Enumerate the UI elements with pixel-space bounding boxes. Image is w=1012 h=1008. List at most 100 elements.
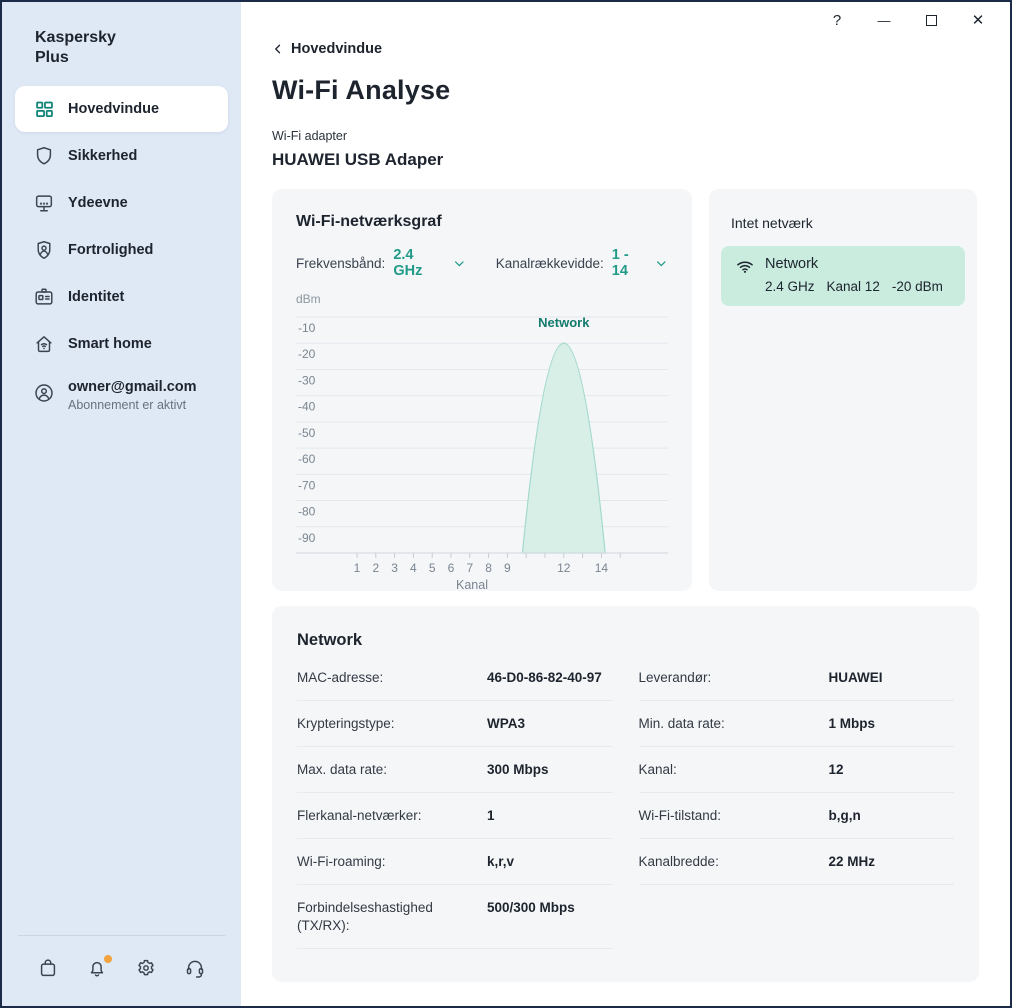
back-label: Hovedvindue [291,41,383,57]
detail-row: Leverandør: HUAWEI [638,655,954,701]
detail-label: Min. data rate: [638,716,725,731]
channel-range-value: 1 - 14 [611,247,629,279]
frequency-band-value: 2.4 GHz [393,247,423,279]
network-name: Network [765,256,819,272]
svg-text:3: 3 [391,561,398,575]
sidebar-item-identitet[interactable]: Identitet [15,274,228,320]
sidebar-item-smart-home[interactable]: Smart home [15,321,228,367]
brand-logo: Kaspersky Plus [2,2,241,68]
minimize-button[interactable]: — [874,10,894,30]
close-button[interactable]: ✕ [968,10,988,30]
network-list: Network 2.4 GHz Kanal 12 -20 dBm [721,246,965,306]
sidebar-item-ydeevne[interactable]: Ydeevne [15,180,228,226]
sidebar-nav: Hovedvindue Sikkerhed Ydeevne Fortroligh… [2,86,241,367]
sidebar-footer-icons [36,955,207,982]
svg-text:-70: -70 [298,478,316,492]
store-button[interactable] [36,958,60,982]
cards-row: Wi-Fi-netværksgraf Frekvensbånd: 2.4 GHz… [272,189,977,592]
detail-row: Min. data rate: 1 Mbps [638,701,954,747]
detail-row: Kanalbredde: 22 MHz [638,839,954,885]
network-details-title: Network [297,631,363,649]
svg-text:-80: -80 [298,505,316,519]
detail-label: Kanalbredde: [638,854,719,869]
svg-text:-20: -20 [298,347,316,361]
detail-label: Wi-Fi-tilstand: [638,808,722,823]
account-status: Abonnement er aktivt [68,398,187,412]
help-button[interactable]: ? [827,10,847,30]
support-button[interactable] [183,958,207,982]
detail-label: Kanal: [638,762,677,777]
network-band: 2.4 GHz [765,279,815,294]
svg-text:-60: -60 [298,452,316,466]
svg-text:12: 12 [557,561,571,575]
adapter-label: Wi-Fi adapter [272,129,348,143]
details-column-right: Leverandør: HUAWEI Min. data rate: 1 Mbps… [638,655,954,949]
chevron-down-icon [455,260,464,266]
account-icon [33,382,55,404]
details-columns: MAC-adresse: 46-D0-86-82-40-97 Kryptering… [297,655,954,949]
sidebar-item-label: Smart home [68,336,152,352]
settings-button[interactable] [134,958,158,982]
privacy-badge-icon [33,239,55,261]
window-controls: ? — ✕ [827,10,988,30]
detail-value: 12 [828,762,844,777]
sidebar-item-label: Fortrolighed [68,242,154,258]
detail-label: Wi-Fi-roaming: [297,854,386,869]
frequency-band-dropdown[interactable]: Frekvensbånd: 2.4 GHz [296,247,466,279]
detail-label: Leverandør: [638,670,712,685]
page-title: Wi-Fi Analyse [272,75,451,105]
details-column-left: MAC-adresse: 46-D0-86-82-40-97 Kryptering… [297,655,613,949]
shield-icon [33,145,55,167]
back-link[interactable]: Hovedvindue [272,41,382,57]
graph-filters: Frekvensbånd: 2.4 GHz Kanalrækkevidde: 1… [296,247,668,279]
frequency-band-label: Frekvensbånd: [296,255,386,271]
svg-text:14: 14 [595,561,609,575]
notifications-button[interactable] [85,955,112,982]
svg-text:6: 6 [448,561,455,575]
maximize-button[interactable] [921,10,941,30]
wifi-spectrum-chart: -10-20-30-40-50-60-70-80-90Network1 2 3 4 5 6… [296,315,668,592]
sidebar-item-label: Ydeevne [68,195,128,211]
home-wifi-icon [33,333,55,355]
detail-value: 22 MHz [828,854,876,869]
channel-range-label: Kanalrækkevidde: [495,255,604,271]
detail-row: Flerkanal-netværker: 1 [297,793,613,839]
svg-text:Kanal: Kanal [456,578,488,592]
sidebar-item-label: Identitet [68,289,125,305]
svg-text:-90: -90 [298,531,316,545]
app-window: Kaspersky Plus Hovedvindue Sikkerhed Yde… [0,0,1012,1008]
y-axis-unit-label: dBm [296,292,321,306]
svg-text:2: 2 [372,561,379,575]
detail-value: k,r,v [487,854,515,869]
detail-value: 1 Mbps [828,716,876,731]
network-list-item[interactable]: Network 2.4 GHz Kanal 12 -20 dBm [721,246,965,306]
sidebar-item-hovedvindue[interactable]: Hovedvindue [15,86,228,132]
id-card-icon [33,286,55,308]
svg-text:4: 4 [410,561,417,575]
sidebar-item-sikkerhed[interactable]: Sikkerhed [15,133,228,179]
svg-text:-10: -10 [298,321,316,335]
monitor-icon [33,192,55,214]
notification-dot [104,955,112,963]
detail-value: 500/300 Mbps [487,900,575,915]
detail-label: Krypteringstype: [297,716,395,731]
network-list-title: Intet netværk [731,215,813,231]
square-outline-icon [925,14,937,26]
network-channel: Kanal 12 [826,279,880,294]
brand-line1: Kaspersky [35,29,116,46]
main-content: ? — ✕ Hovedvindue Wi-Fi Analyse Wi-Fi ad… [241,2,1010,1006]
sidebar-item-label: Hovedvindue [68,101,160,117]
sidebar: Kaspersky Plus Hovedvindue Sikkerhed Yde… [2,2,241,1006]
channel-range-dropdown[interactable]: Kanalrækkevidde: 1 - 14 [496,247,668,279]
wifi-graph-card: Wi-Fi-netværksgraf Frekvensbånd: 2.4 GHz… [272,189,692,592]
svg-text:5: 5 [429,561,436,575]
detail-row: Max. data rate: 300 Mbps [297,747,613,793]
sidebar-account[interactable]: owner@gmail.com Abonnement er aktivt [15,373,228,418]
sidebar-item-fortrolighed[interactable]: Fortrolighed [15,227,228,273]
detail-value: 300 Mbps [487,762,549,777]
detail-value: WPA3 [487,716,526,731]
network-signal: -20 dBm [891,279,943,294]
svg-text:-40: -40 [298,400,316,414]
bag-icon [37,957,59,984]
svg-text:9: 9 [504,561,511,575]
